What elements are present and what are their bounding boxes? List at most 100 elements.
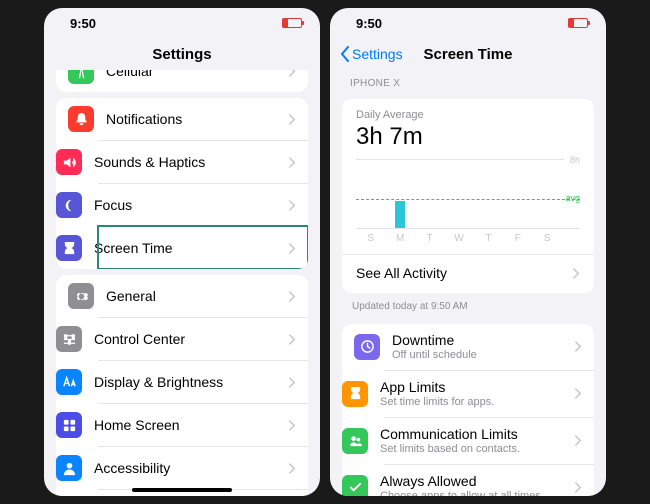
see-all-label: See All Activity [356,265,447,281]
see-all-activity-row[interactable]: See All Activity [342,254,594,291]
home-indicator[interactable] [132,488,232,492]
antenna-icon [68,70,94,84]
chart-x-label: T [474,229,503,244]
row-label: Home Screen [94,417,289,434]
chevron-right-icon [575,435,582,446]
chevron-right-icon [289,243,296,254]
chart-max-label: 8h [570,155,580,165]
settings-screen: 9:50 Settings Cellular Notifications Sound… [44,8,320,496]
row-text: Control Center [94,331,289,348]
chart-avg-label: avg [565,193,580,203]
chevron-right-icon [289,291,296,302]
clock-icon [354,334,380,360]
chart-x-label: S [356,229,385,244]
row-screentime[interactable]: Screen Time [98,226,308,269]
chevron-right-icon [289,420,296,431]
row-text: Sounds & Haptics [94,154,289,171]
updated-label: Updated today at 9:50 AM [330,299,606,318]
row-accessibility[interactable]: Accessibility [98,446,308,489]
row-label: Downtime [392,332,575,349]
person-icon [56,455,82,481]
row-always-allowed[interactable]: Always AllowedChoose apps to allow at al… [384,464,594,496]
chevron-right-icon [289,377,296,388]
row-sublabel: Set time limits for apps. [380,396,575,409]
chevron-right-icon [289,200,296,211]
usage-summary-card: Daily Average 3h 7m 8h avg SMTWTFS See A… [342,99,594,293]
row-cellular[interactable]: Cellular [56,70,308,92]
status-bar: 9:50 [330,8,606,38]
nav-title: Screen Time [424,46,513,63]
row-text: General [106,288,289,305]
chart-x-label: F [503,229,532,244]
settings-list[interactable]: CellularNotificationsSounds & HapticsFoc… [44,70,320,496]
status-time: 9:50 [70,16,96,31]
chevron-right-icon [289,463,296,474]
status-time: 9:50 [356,16,382,31]
back-label: Settings [352,46,403,62]
chevron-right-icon [575,482,582,493]
daily-average-label: Daily Average [356,109,580,121]
settings-group: Cellular [56,70,308,92]
hourglass-icon [56,235,82,261]
row-downtime[interactable]: DowntimeOff until schedule [342,324,594,370]
row-home-screen[interactable]: Home Screen [98,403,308,446]
status-right [560,16,588,31]
chart-bar-f-5 [503,159,532,228]
row-text: Notifications [106,111,289,128]
check-icon [342,475,368,496]
people-icon [342,428,368,454]
hourglass-icon [342,381,368,407]
status-right [274,16,302,31]
back-button[interactable]: Settings [340,38,403,70]
speaker-icon [56,149,82,175]
section-label: IPHONE X [330,70,606,93]
nav-title: Settings [152,46,211,63]
gear-icon [68,283,94,309]
row-label: Control Center [94,331,289,348]
moon-icon [56,192,82,218]
row-label: Always Allowed [380,473,575,490]
chart-bar-w-3 [444,159,473,228]
row-label: Screen Time [94,240,289,257]
row-notifications[interactable]: Notifications [56,98,308,140]
chart-x-label: T [415,229,444,244]
sliders-icon [56,326,82,352]
row-sublabel: Choose apps to allow at all times. [380,490,575,496]
row-app-limits[interactable]: App LimitsSet time limits for apps. [384,370,594,417]
chart-bar-m-1 [385,159,414,228]
chart-x-label: S [533,229,562,244]
row-sounds[interactable]: Sounds & Haptics [98,140,308,183]
row-label: General [106,288,289,305]
row-label: Focus [94,197,289,214]
chart-x-label: W [444,229,473,244]
row-text: Communication LimitsSet limits based on … [380,426,575,456]
row-comm-limits[interactable]: Communication LimitsSet limits based on … [384,417,594,464]
usage-chart: 8h avg [356,159,580,229]
row-text: Display & Brightness [94,374,289,391]
row-display[interactable]: Display & Brightness [98,360,308,403]
nav-bar: Settings Screen Time [330,38,606,70]
row-text: DowntimeOff until schedule [392,332,575,362]
bell-icon [68,106,94,132]
row-sublabel: Set limits based on contacts. [380,443,575,456]
row-control-center[interactable]: Control Center [98,317,308,360]
status-bar: 9:50 [44,8,320,38]
settings-group: GeneralControl CenterDisplay & Brightnes… [56,275,308,496]
screentime-scroll[interactable]: IPHONE X Daily Average 3h 7m 8h avg SMTW… [330,70,606,496]
grid-icon [56,412,82,438]
row-general[interactable]: General [56,275,308,317]
row-text: Cellular [106,70,289,79]
row-label: Communication Limits [380,426,575,443]
chart-bar-s-0 [356,159,385,228]
chart-bar-s-6 [533,159,562,228]
screentime-screen: 9:50 Settings Screen Time IPHONE X Daily… [330,8,606,496]
row-text: Focus [94,197,289,214]
daily-average-value: 3h 7m [356,123,580,151]
chevron-right-icon [575,388,582,399]
chevron-right-icon [575,341,582,352]
row-label: Display & Brightness [94,374,289,391]
row-label: Notifications [106,111,289,128]
screentime-options-card: DowntimeOff until schedule App LimitsSet … [342,324,594,496]
row-focus[interactable]: Focus [98,183,308,226]
row-text: Accessibility [94,460,289,477]
